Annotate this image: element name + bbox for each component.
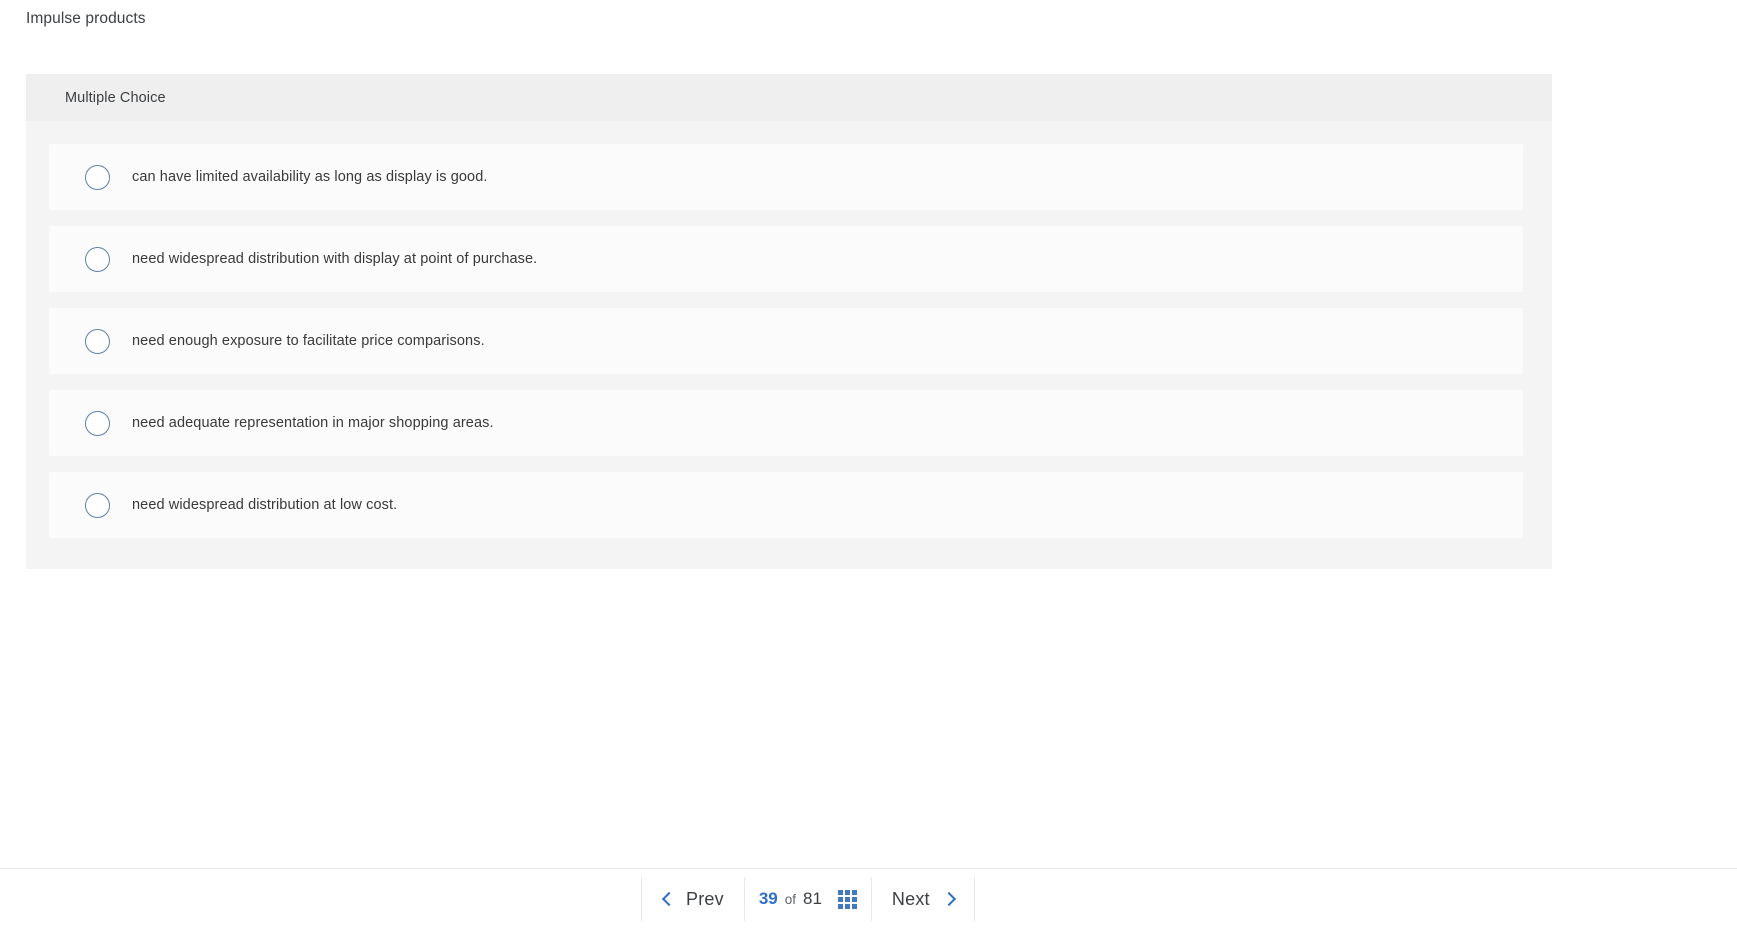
grid-cell	[844, 903, 850, 909]
answer-options-list: can have limited availability as long as…	[26, 121, 1552, 569]
grid-cell	[851, 896, 857, 902]
answer-option-row[interactable]: need adequate representation in major sh…	[49, 390, 1523, 456]
answer-option-row[interactable]: can have limited availability as long as…	[49, 144, 1523, 210]
pagination-controls: Prev 39 of 81 Next	[641, 877, 975, 921]
radio-button-icon[interactable]	[85, 492, 110, 518]
radio-button-icon[interactable]	[85, 328, 110, 354]
counter-of-label: of	[784, 891, 796, 907]
total-question-count: 81	[803, 889, 822, 908]
grid-cell	[844, 896, 850, 902]
answer-option-label: need adequate representation in major sh…	[132, 415, 494, 431]
quiz-page: Impulse products Multiple Choice can hav…	[0, 0, 1737, 928]
answer-option-row[interactable]: need widespread distribution at low cost…	[49, 472, 1523, 538]
chevron-right-icon	[942, 893, 954, 905]
question-type-header: Multiple Choice	[26, 74, 1552, 121]
answer-option-label: need enough exposure to facilitate price…	[132, 333, 485, 349]
answer-option-row[interactable]: need widespread distribution with displa…	[49, 226, 1523, 292]
grid-cell	[837, 889, 843, 895]
prev-question-button[interactable]: Prev	[641, 877, 744, 921]
grid-cell	[837, 896, 843, 902]
question-type-label: Multiple Choice	[65, 89, 166, 106]
grid-cell	[851, 903, 857, 909]
answer-option-label: need widespread distribution with displa…	[132, 251, 538, 267]
answer-option-row[interactable]: need enough exposure to facilitate price…	[49, 308, 1523, 374]
question-stem: Impulse products	[26, 10, 146, 27]
question-counter: 39 of 81	[743, 877, 871, 921]
grid-view-icon[interactable]	[837, 889, 857, 909]
radio-button-icon[interactable]	[85, 246, 110, 272]
answer-option-label: can have limited availability as long as…	[132, 169, 488, 185]
radio-button-icon[interactable]	[85, 164, 110, 190]
next-question-button[interactable]: Next	[870, 877, 975, 921]
next-button-label: Next	[891, 888, 930, 909]
radio-button-icon[interactable]	[85, 410, 110, 436]
grid-cell	[844, 889, 850, 895]
question-card: Multiple Choice can have limited availab…	[26, 74, 1552, 569]
grid-cell	[837, 903, 843, 909]
question-navigation-footer: Prev 39 of 81 Next	[0, 868, 1737, 928]
prev-button-label: Prev	[686, 888, 724, 909]
grid-cell	[851, 889, 857, 895]
answer-option-label: need widespread distribution at low cost…	[132, 497, 398, 513]
current-question-number: 39	[758, 889, 778, 908]
chevron-left-icon	[662, 893, 674, 905]
